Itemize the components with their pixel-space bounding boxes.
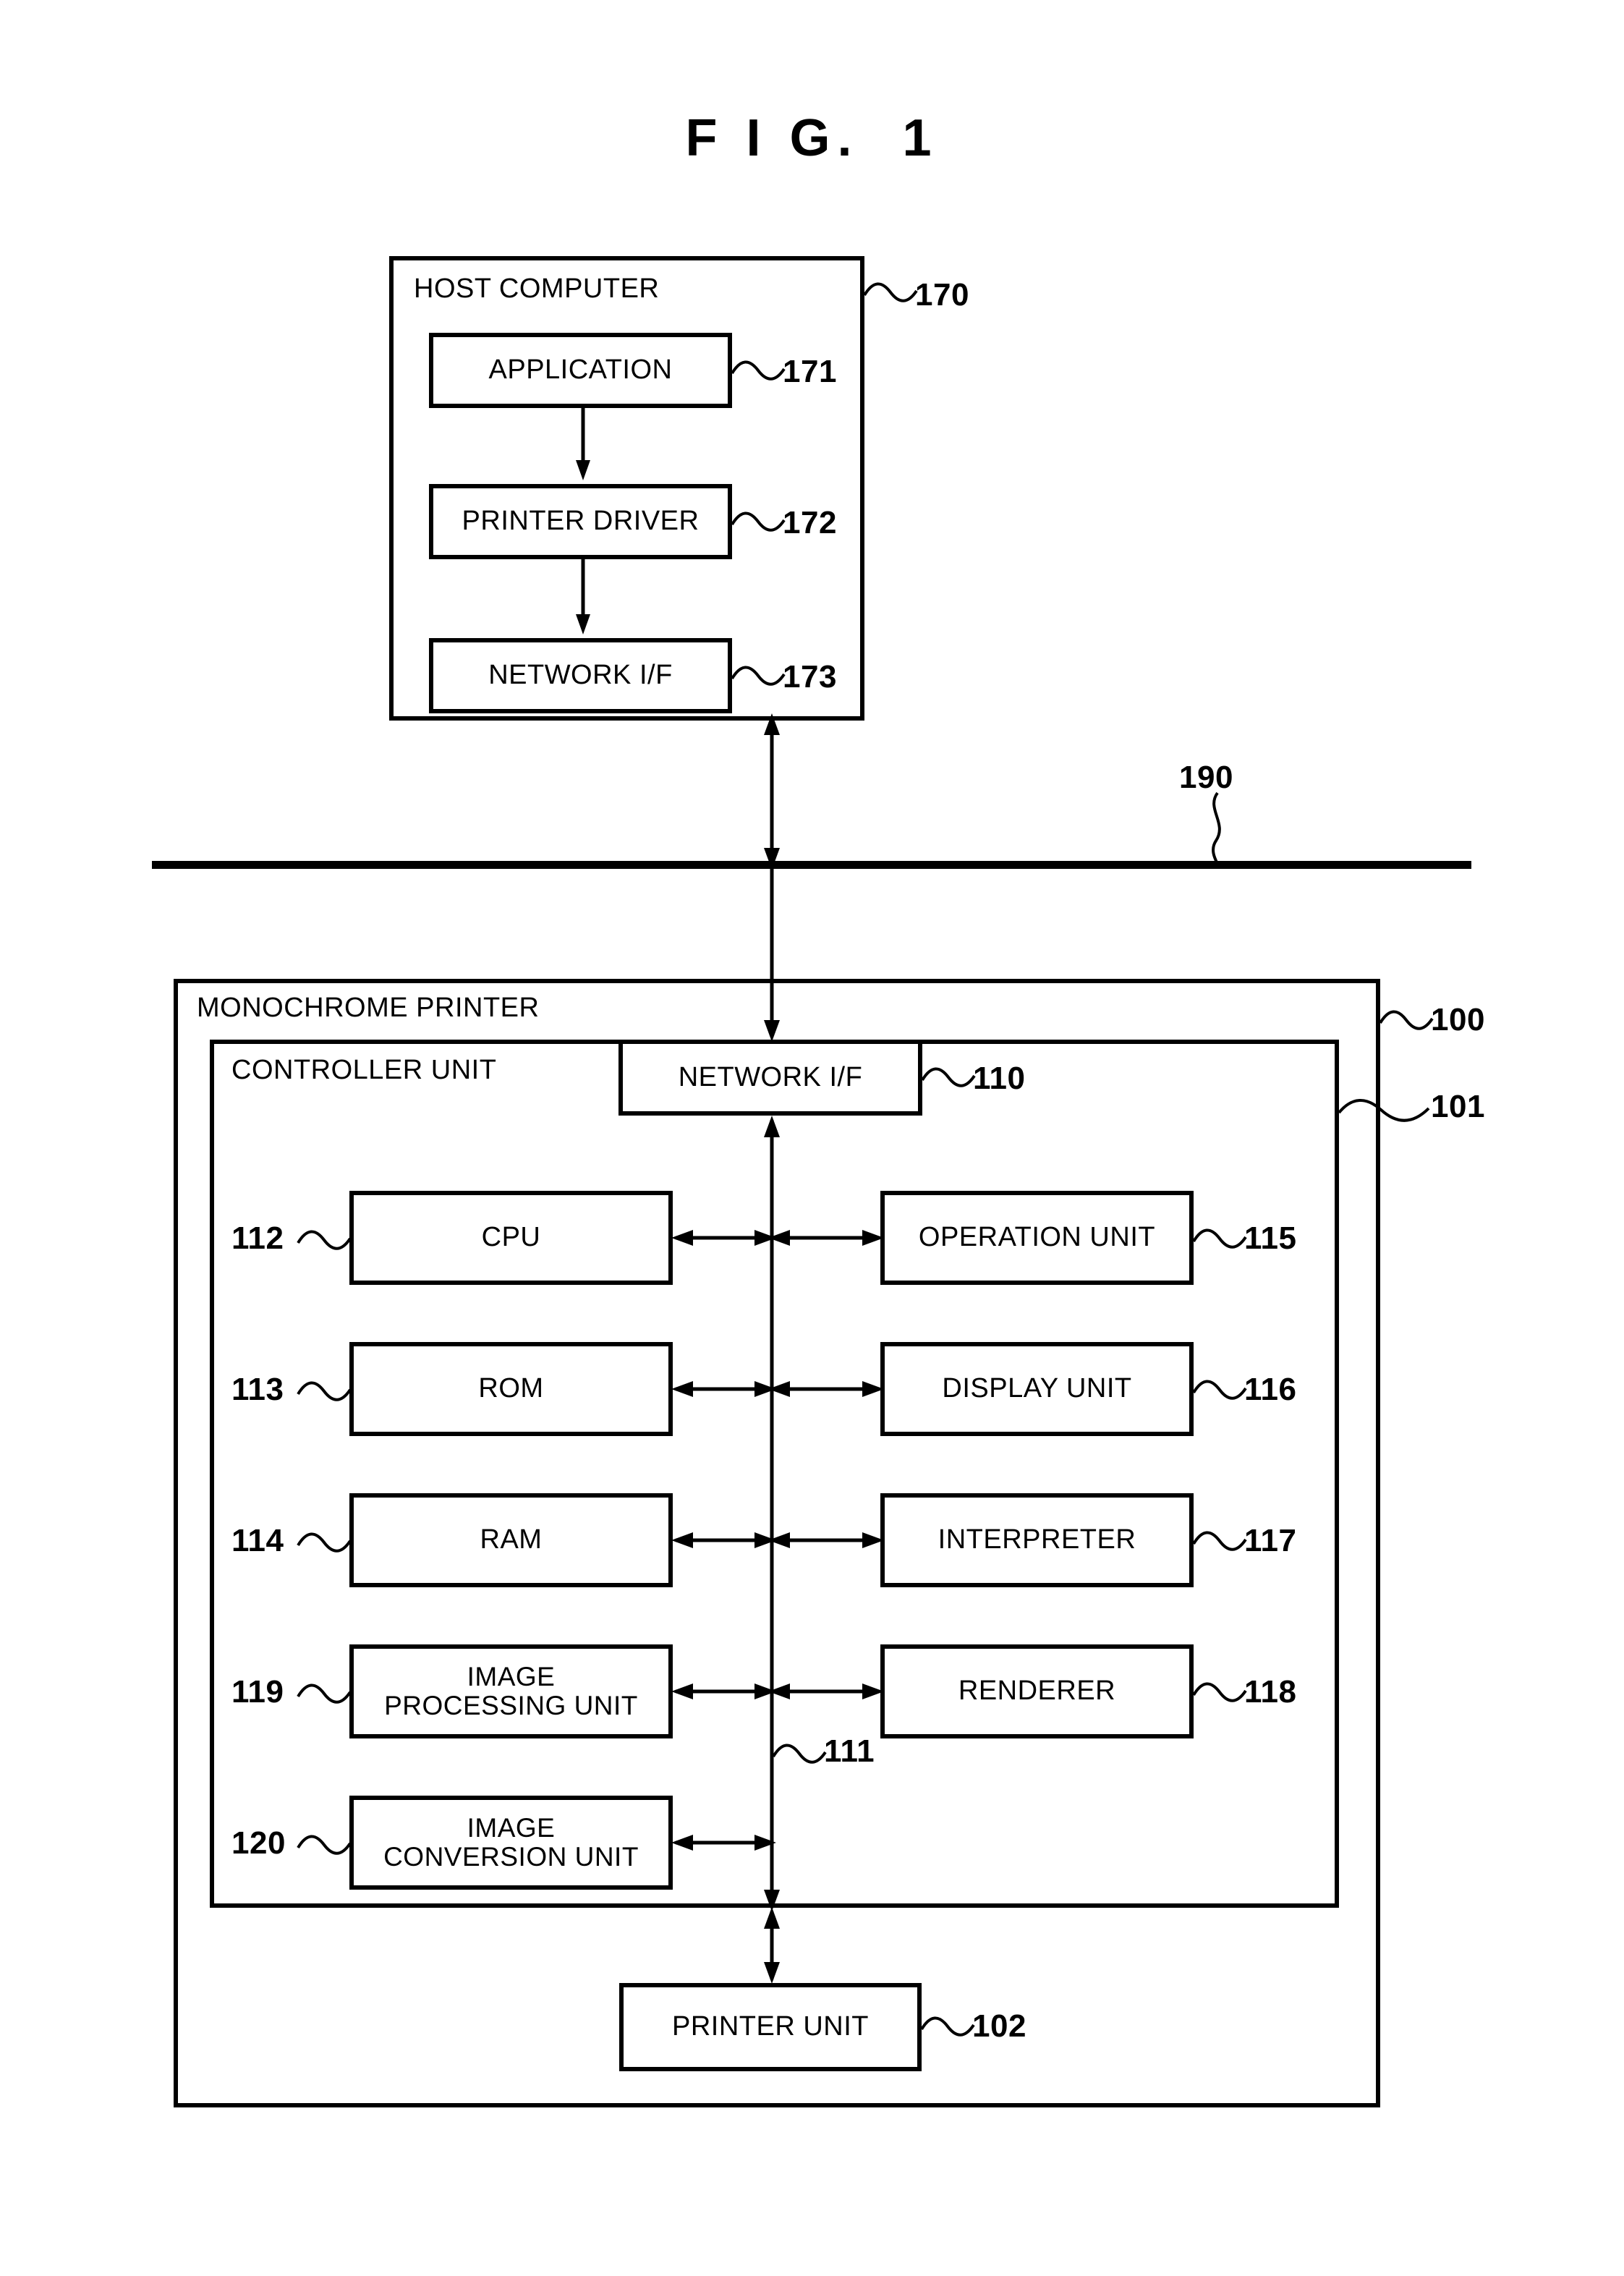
ref-num-120: 120 (231, 1825, 286, 1861)
printer-network-if-box: NETWORK I/F (618, 1040, 922, 1116)
printer-driver-label: PRINTER DRIVER (462, 506, 700, 537)
ref-num-119: 119 (231, 1674, 284, 1710)
figure-title: F I G. 1 (685, 109, 939, 167)
ref-num-102: 102 (972, 2008, 1026, 2044)
ref-num-114: 114 (231, 1523, 284, 1558)
interpreter-label: INTERPRETER (938, 1524, 1136, 1555)
ref-num-190: 190 (1179, 760, 1233, 795)
figure-1-diagram: F I G. 1 HOST COMPUTER 170 APPLICATION 1… (0, 0, 1624, 2276)
printer-unit-label: PRINTER UNIT (672, 2011, 869, 2042)
image-processing-unit-box: IMAGE PROCESSING UNIT (349, 1644, 673, 1738)
arrow-host-to-network-bus (764, 713, 780, 870)
renderer-label: RENDERER (958, 1676, 1116, 1707)
host-network-if-label: NETWORK I/F (488, 660, 673, 691)
ref-num-113: 113 (231, 1372, 284, 1407)
application-label: APPLICATION (488, 354, 673, 386)
monochrome-printer-label: MONOCHROME PRINTER (197, 993, 540, 1023)
ref-num-117: 117 (1244, 1523, 1297, 1558)
controller-unit-box (210, 1040, 1339, 1908)
ref-num-101: 101 (1431, 1089, 1485, 1124)
ram-label: RAM (480, 1524, 543, 1555)
image-conversion-unit-label: IMAGE CONVERSION UNIT (354, 1800, 668, 1885)
display-unit-box: DISPLAY UNIT (880, 1342, 1194, 1436)
ref-num-171: 171 (783, 354, 837, 389)
operation-unit-label: OPERATION UNIT (918, 1222, 1156, 1253)
display-unit-label: DISPLAY UNIT (942, 1373, 1132, 1404)
ref-num-118: 118 (1244, 1674, 1297, 1710)
cpu-box: CPU (349, 1191, 673, 1285)
image-processing-unit-label: IMAGE PROCESSING UNIT (354, 1649, 668, 1734)
image-conversion-unit-line-2: CONVERSION UNIT (383, 1842, 639, 1872)
ref-leader-190 (1212, 791, 1221, 865)
image-processing-unit-line-2: PROCESSING UNIT (384, 1691, 638, 1720)
application-box: APPLICATION (429, 333, 732, 408)
ref-num-111: 111 (824, 1733, 875, 1769)
ref-num-112: 112 (231, 1220, 284, 1256)
interpreter-box: INTERPRETER (880, 1493, 1194, 1587)
ref-num-172: 172 (783, 505, 837, 540)
ref-num-116: 116 (1244, 1372, 1297, 1407)
controller-unit-label: CONTROLLER UNIT (231, 1055, 497, 1085)
ref-num-173: 173 (783, 659, 837, 695)
rom-label: ROM (478, 1373, 544, 1404)
cpu-label: CPU (481, 1222, 541, 1253)
operation-unit-box: OPERATION UNIT (880, 1191, 1194, 1285)
ram-box: RAM (349, 1493, 673, 1587)
renderer-box: RENDERER (880, 1644, 1194, 1738)
ref-num-115: 115 (1244, 1220, 1297, 1256)
rom-box: ROM (349, 1342, 673, 1436)
image-conversion-unit-box: IMAGE CONVERSION UNIT (349, 1796, 673, 1890)
printer-driver-box: PRINTER DRIVER (429, 484, 732, 559)
host-network-if-box: NETWORK I/F (429, 638, 732, 713)
image-conversion-unit-line-1: IMAGE (467, 1813, 556, 1843)
network-bus-line (152, 861, 1471, 869)
ref-num-100: 100 (1431, 1002, 1485, 1037)
printer-unit-box: PRINTER UNIT (619, 1983, 922, 2071)
host-computer-label: HOST COMPUTER (414, 273, 660, 304)
image-processing-unit-line-1: IMAGE (467, 1662, 556, 1692)
printer-network-if-label: NETWORK I/F (678, 1061, 863, 1092)
ref-num-110: 110 (973, 1061, 1026, 1096)
ref-num-170: 170 (915, 277, 969, 313)
